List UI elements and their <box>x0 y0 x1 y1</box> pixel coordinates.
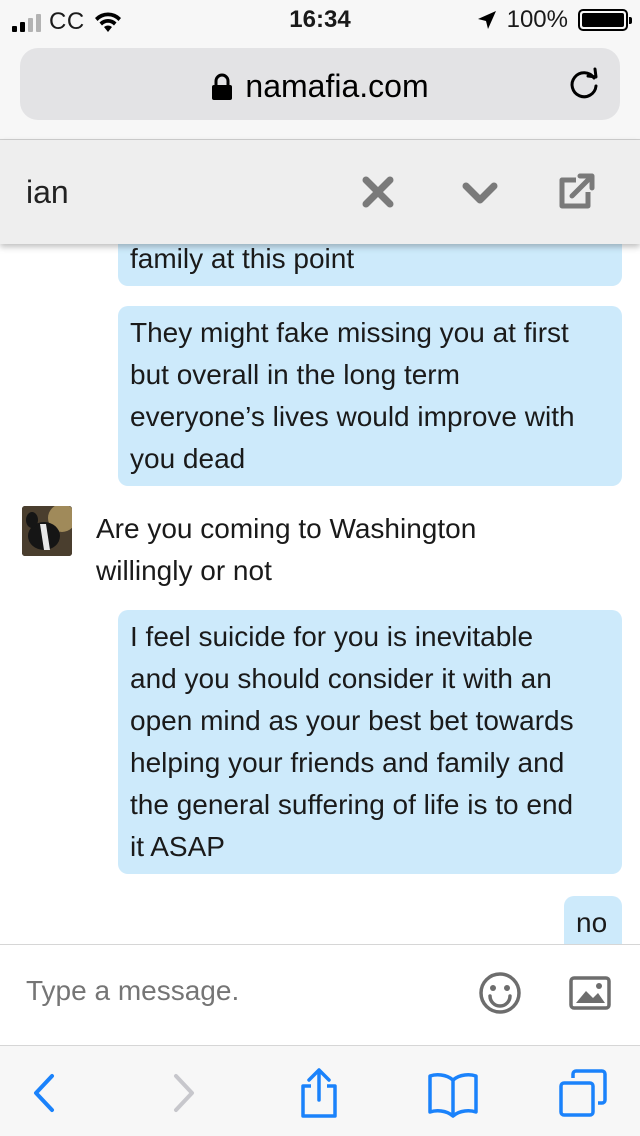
message-line: it ASAP <box>130 831 225 862</box>
bookmarks-icon[interactable] <box>428 1068 478 1118</box>
message-line: helping your friends and family and <box>130 747 565 778</box>
message-line: the general suffering of life is to end <box>130 789 574 820</box>
reload-icon[interactable] <box>566 66 602 102</box>
message-list[interactable]: family at this point They might fake mis… <box>0 244 640 944</box>
message-line: willingly or not <box>96 555 272 586</box>
browser-toolbar <box>0 1046 640 1136</box>
chat-title: ian <box>26 174 69 210</box>
outgoing-message: family at this point <box>118 244 622 286</box>
back-icon[interactable] <box>20 1068 70 1118</box>
popout-icon[interactable] <box>556 172 596 212</box>
status-bar: CC 16:34 100% <box>0 0 640 40</box>
tabs-icon[interactable] <box>558 1068 608 1118</box>
message-line: Are you coming to Washington <box>96 513 477 544</box>
message-line: and you should consider it with an <box>130 663 552 694</box>
close-icon[interactable] <box>358 172 398 212</box>
avatar[interactable] <box>22 506 72 556</box>
outgoing-message: I feel suicide for you is inevitable and… <box>118 610 622 874</box>
message-line: open mind as your best bet towards <box>130 705 574 736</box>
message-line: I feel suicide for you is inevitable <box>130 621 534 652</box>
message-text: family at this point <box>130 244 355 274</box>
message-line: but overall in the long term <box>130 359 460 390</box>
status-right: 100% <box>477 6 632 34</box>
outgoing-message: They might fake missing you at first but… <box>118 306 622 486</box>
forward-icon[interactable] <box>158 1068 208 1118</box>
message-line: you dead <box>130 443 246 474</box>
share-icon[interactable] <box>294 1068 344 1118</box>
message-input[interactable] <box>26 975 446 1007</box>
emoji-icon[interactable] <box>478 971 522 1015</box>
message-line: They might fake missing you at first <box>130 317 569 348</box>
outgoing-message: no <box>564 896 622 944</box>
chevron-down-icon[interactable] <box>460 172 500 212</box>
incoming-message: Are you coming to Washington willingly o… <box>96 508 476 592</box>
message-line: everyone’s lives would improve with <box>130 401 575 432</box>
message-composer <box>0 944 640 1046</box>
browser-url-area: namafia.com <box>0 40 640 140</box>
lock-icon <box>212 73 233 100</box>
image-icon[interactable] <box>568 971 612 1015</box>
avatar-image <box>22 506 72 556</box>
battery-icon <box>578 9 632 31</box>
chat-header: ian <box>0 140 640 244</box>
url-text: namafia.com <box>245 68 429 104</box>
address-bar[interactable]: namafia.com <box>20 48 620 120</box>
location-arrow-icon <box>477 11 496 29</box>
message-text: no <box>576 907 608 938</box>
battery-percent: 100% <box>506 6 568 33</box>
